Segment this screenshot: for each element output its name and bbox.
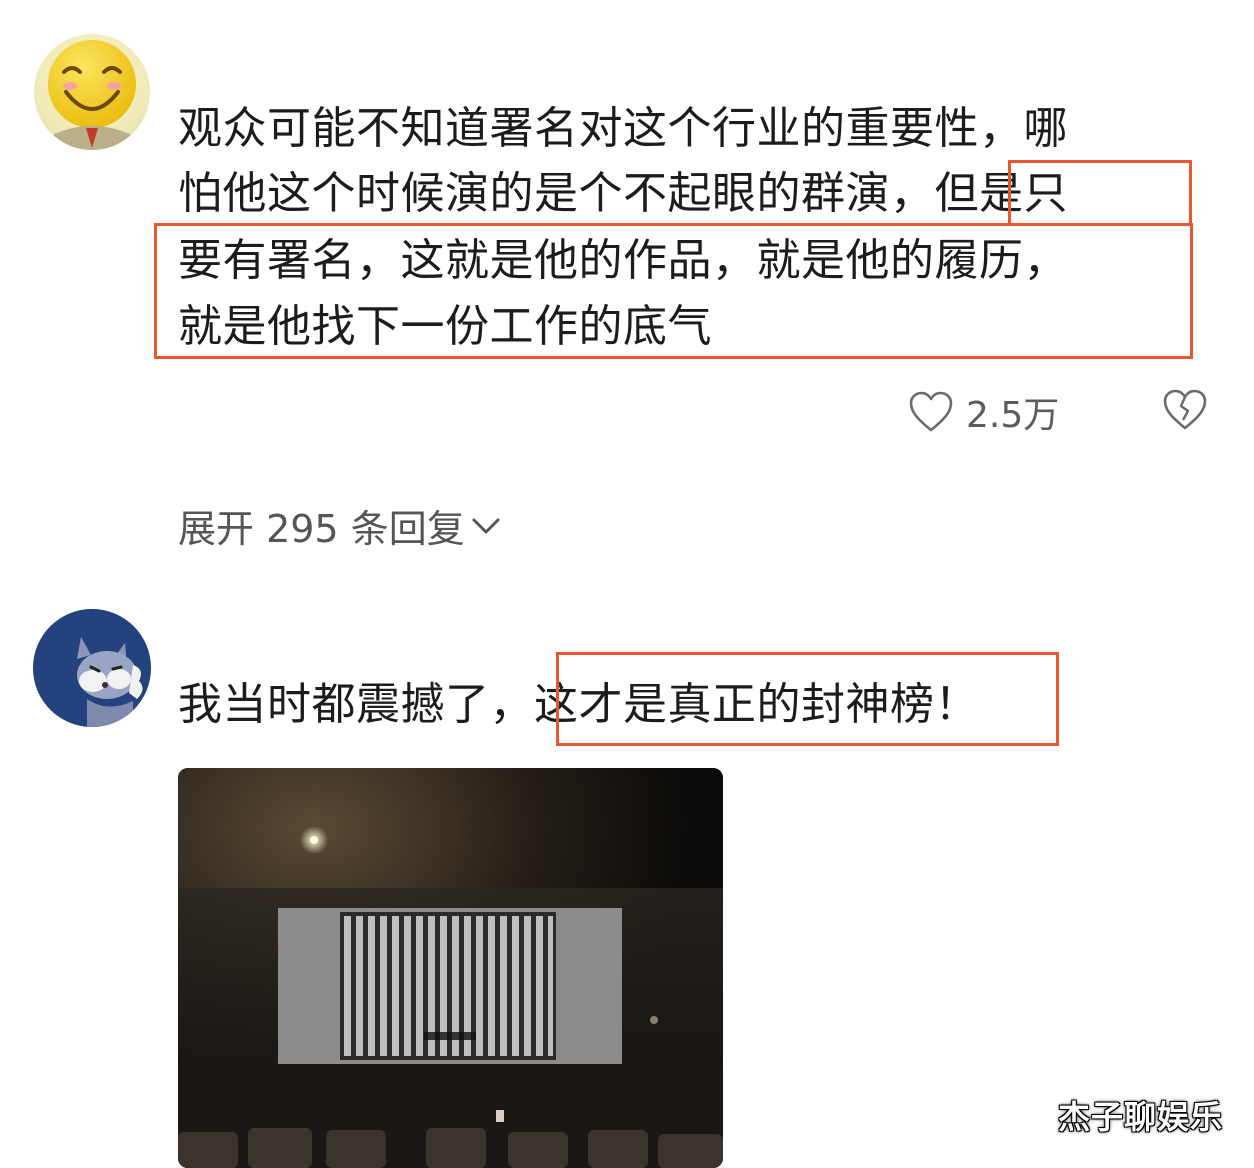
user-avatar-cat[interactable] <box>33 609 151 727</box>
cinema-photo[interactable] <box>178 768 723 1168</box>
heart-icon <box>909 391 953 432</box>
comment-body-line: 怕他这个时候演的是个不起眼的群演，但是只 <box>178 168 1068 219</box>
expand-replies-link[interactable]: 展开 295 条回复 <box>178 498 501 553</box>
watermark: 杰子聊娱乐 <box>1058 1098 1224 1136</box>
highlight-box-main <box>154 223 1193 359</box>
smiley-avatar-icon <box>48 40 136 150</box>
like-button[interactable]: 2.5万 <box>908 386 1059 438</box>
expand-replies-label: 展开 295 条回复 <box>178 507 465 551</box>
cat-avatar-icon <box>33 609 151 727</box>
like-count: 2.5万 <box>966 395 1060 436</box>
user-avatar-smiley[interactable] <box>34 34 150 150</box>
dislike-button[interactable] <box>1162 388 1208 432</box>
cinema-screen-image <box>178 768 723 1168</box>
highlight-box <box>556 652 1059 746</box>
highlight-box-top <box>1008 160 1192 226</box>
broken-heart-icon <box>1163 389 1207 430</box>
comment-body-line: 观众可能不知道署名对这个行业的重要性，哪 <box>178 103 1068 154</box>
chevron-down-icon <box>472 518 500 533</box>
